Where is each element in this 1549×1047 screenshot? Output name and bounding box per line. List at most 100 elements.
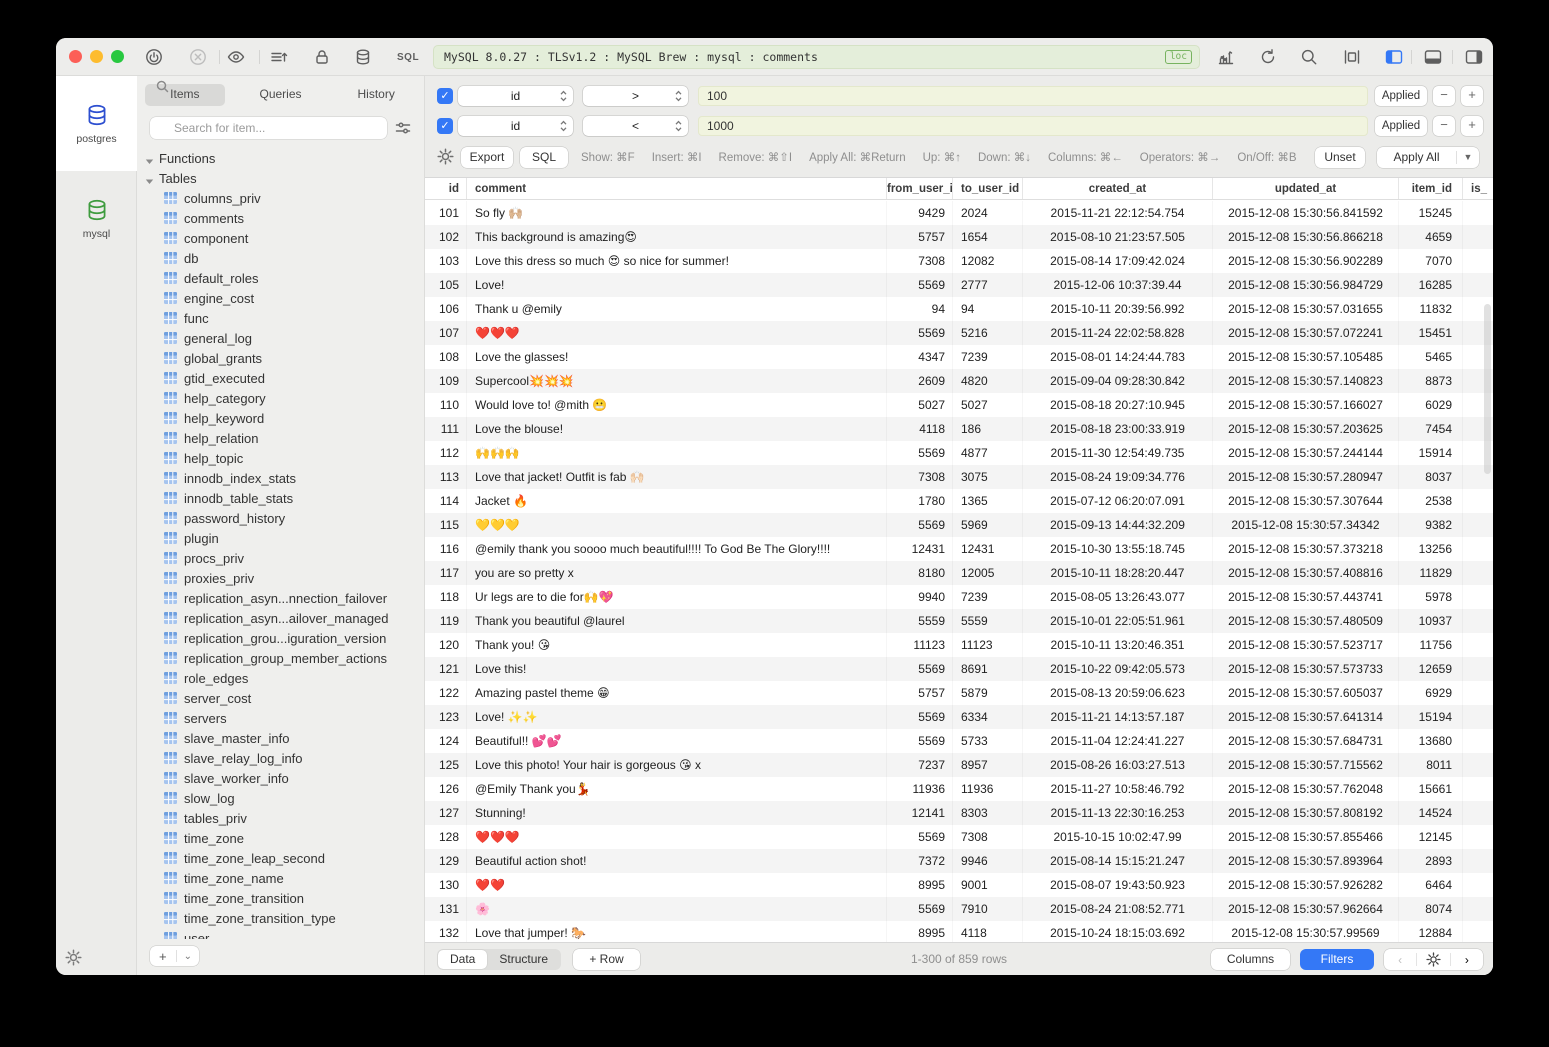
- table-cell[interactable]: 5027: [887, 393, 953, 417]
- table-cell[interactable]: 2015-11-13 22:30:16.253: [1023, 801, 1213, 825]
- sidebar-table-item[interactable]: servers: [137, 708, 424, 728]
- filter-options-icon[interactable]: [395, 120, 411, 136]
- table-cell[interactable]: Love! ✨✨: [467, 705, 887, 729]
- table-cell[interactable]: 132: [425, 921, 467, 942]
- table-cell[interactable]: 4347: [887, 345, 953, 369]
- table-cell[interactable]: 4118: [887, 417, 953, 441]
- table-cell[interactable]: 16285: [1399, 273, 1463, 297]
- table-cell[interactable]: 5569: [887, 513, 953, 537]
- sidebar-table-item[interactable]: engine_cost: [137, 288, 424, 308]
- sidebar-table-item[interactable]: slave_worker_info: [137, 768, 424, 788]
- table-cell[interactable]: 9001: [953, 873, 1023, 897]
- table-row[interactable]: 122Amazing pastel theme 😁575758792015-08…: [425, 681, 1493, 705]
- table-cell[interactable]: 2015-12-08 15:30:56.841592: [1213, 201, 1399, 225]
- table-cell[interactable]: 102: [425, 225, 467, 249]
- table-cell[interactable]: you are so pretty x: [467, 561, 887, 585]
- search-icon[interactable]: [1300, 48, 1318, 66]
- sidebar-table-item[interactable]: help_relation: [137, 428, 424, 448]
- add-item-chevron-icon[interactable]: ⌄: [177, 951, 199, 962]
- table-cell[interactable]: 5978: [1399, 585, 1463, 609]
- table-cell[interactable]: 109: [425, 369, 467, 393]
- table-row[interactable]: 127Stunning!1214183032015-11-13 22:30:16…: [425, 801, 1493, 825]
- focus-layout-icon[interactable]: [1343, 48, 1361, 66]
- table-cell[interactable]: 5569: [887, 657, 953, 681]
- sidebar-table-item[interactable]: replication_group_member_actions: [137, 648, 424, 668]
- table-cell[interactable]: 2015-10-11 18:28:20.447: [1023, 561, 1213, 585]
- sidebar-table-item[interactable]: replication_grou...iguration_version: [137, 628, 424, 648]
- sidebar-table-item[interactable]: comments: [137, 208, 424, 228]
- table-cell[interactable]: 2015-12-08 15:30:57.573733: [1213, 657, 1399, 681]
- table-cell[interactable]: 2015-12-08 15:30:57.280947: [1213, 465, 1399, 489]
- table-cell[interactable]: [1463, 537, 1493, 561]
- table-cell[interactable]: [1463, 729, 1493, 753]
- table-cell[interactable]: 130: [425, 873, 467, 897]
- sidebar-table-item[interactable]: replication_asyn...ailover_managed: [137, 608, 424, 628]
- filter-1-remove-button[interactable]: −: [1433, 86, 1455, 106]
- chart-icon[interactable]: [1217, 48, 1235, 66]
- table-cell[interactable]: [1463, 753, 1493, 777]
- table-cell[interactable]: 9940: [887, 585, 953, 609]
- table-cell[interactable]: 2015-12-08 15:30:57.031655: [1213, 297, 1399, 321]
- table-cell[interactable]: 2015-12-08 15:30:57.166027: [1213, 393, 1399, 417]
- table-row[interactable]: 109Supercool💥💥💥260948202015-09-04 09:28:…: [425, 369, 1493, 393]
- sidebar-table-item[interactable]: replication_asyn...nnection_failover: [137, 588, 424, 608]
- table-cell[interactable]: 11123: [887, 633, 953, 657]
- table-cell[interactable]: ❤️❤️: [467, 873, 887, 897]
- preview-eye-icon[interactable]: [227, 48, 245, 66]
- table-cell[interactable]: 6464: [1399, 873, 1463, 897]
- table-cell[interactable]: @Emily Thank you💃: [467, 777, 887, 801]
- sidebar-table-item[interactable]: password_history: [137, 508, 424, 528]
- table-cell[interactable]: 2015-12-08 15:30:57.962664: [1213, 897, 1399, 921]
- minimize-window-button[interactable]: [90, 50, 103, 63]
- sidebar-table-item[interactable]: proxies_priv: [137, 568, 424, 588]
- table-cell[interactable]: 15245: [1399, 201, 1463, 225]
- refresh-icon[interactable]: [1259, 48, 1277, 66]
- table-cell[interactable]: 113: [425, 465, 467, 489]
- table-cell[interactable]: 7070: [1399, 249, 1463, 273]
- table-row[interactable]: 117you are so pretty x8180120052015-10-1…: [425, 561, 1493, 585]
- table-cell[interactable]: 8957: [953, 753, 1023, 777]
- filter-2-applied-button[interactable]: Applied: [1375, 116, 1427, 136]
- table-cell[interactable]: 5465: [1399, 345, 1463, 369]
- table-cell[interactable]: 11936: [887, 777, 953, 801]
- apply-all-button[interactable]: Apply All ▼: [1377, 147, 1479, 168]
- page-settings-gear-icon[interactable]: [1417, 952, 1449, 967]
- table-cell[interactable]: 5559: [953, 609, 1023, 633]
- sidebar-table-item[interactable]: innodb_table_stats: [137, 488, 424, 508]
- table-cell[interactable]: Thank you beautiful @laurel: [467, 609, 887, 633]
- table-row[interactable]: 116@emily thank you soooo much beautiful…: [425, 537, 1493, 561]
- table-cell[interactable]: 12005: [953, 561, 1023, 585]
- table-row[interactable]: 129Beautiful action shot!737299462015-08…: [425, 849, 1493, 873]
- table-cell[interactable]: [1463, 561, 1493, 585]
- table-cell[interactable]: Amazing pastel theme 😁: [467, 681, 887, 705]
- table-cell[interactable]: 5757: [887, 225, 953, 249]
- table-cell[interactable]: 2015-12-08 15:30:57.105485: [1213, 345, 1399, 369]
- sidebar-table-item[interactable]: component: [137, 228, 424, 248]
- table-cell[interactable]: 2015-08-14 15:15:21.247: [1023, 849, 1213, 873]
- table-cell[interactable]: 5569: [887, 729, 953, 753]
- table-cell[interactable]: 2015-12-08 15:30:57.244144: [1213, 441, 1399, 465]
- table-cell[interactable]: 2015-08-26 16:03:27.513: [1023, 753, 1213, 777]
- table-cell[interactable]: 5559: [887, 609, 953, 633]
- table-cell[interactable]: Would love to! @mith 😬: [467, 393, 887, 417]
- table-cell[interactable]: So fly 🙌🏼: [467, 201, 887, 225]
- table-cell[interactable]: 11829: [1399, 561, 1463, 585]
- table-cell[interactable]: 125: [425, 753, 467, 777]
- table-cell[interactable]: 15661: [1399, 777, 1463, 801]
- table-cell[interactable]: 7308: [887, 465, 953, 489]
- table-cell[interactable]: 10937: [1399, 609, 1463, 633]
- table-row[interactable]: 102This background is amazing😍5757165420…: [425, 225, 1493, 249]
- apply-all-chevron-icon[interactable]: ▼: [1457, 152, 1479, 162]
- sidebar-table-item[interactable]: time_zone: [137, 828, 424, 848]
- table-cell[interactable]: 12141: [887, 801, 953, 825]
- table-cell[interactable]: [1463, 249, 1493, 273]
- sql-editor-icon[interactable]: SQL: [397, 52, 419, 63]
- table-cell[interactable]: 2015-11-30 12:54:49.735: [1023, 441, 1213, 465]
- table-cell[interactable]: 2015-08-18 23:00:33.919: [1023, 417, 1213, 441]
- table-cell[interactable]: Love this photo! Your hair is gorgeous 😘…: [467, 753, 887, 777]
- table-cell[interactable]: 94: [887, 297, 953, 321]
- sidebar-table-item[interactable]: user: [137, 928, 424, 939]
- lock-icon[interactable]: [313, 48, 331, 66]
- table-row[interactable]: 130❤️❤️899590012015-08-07 19:43:50.92320…: [425, 873, 1493, 897]
- table-cell[interactable]: 127: [425, 801, 467, 825]
